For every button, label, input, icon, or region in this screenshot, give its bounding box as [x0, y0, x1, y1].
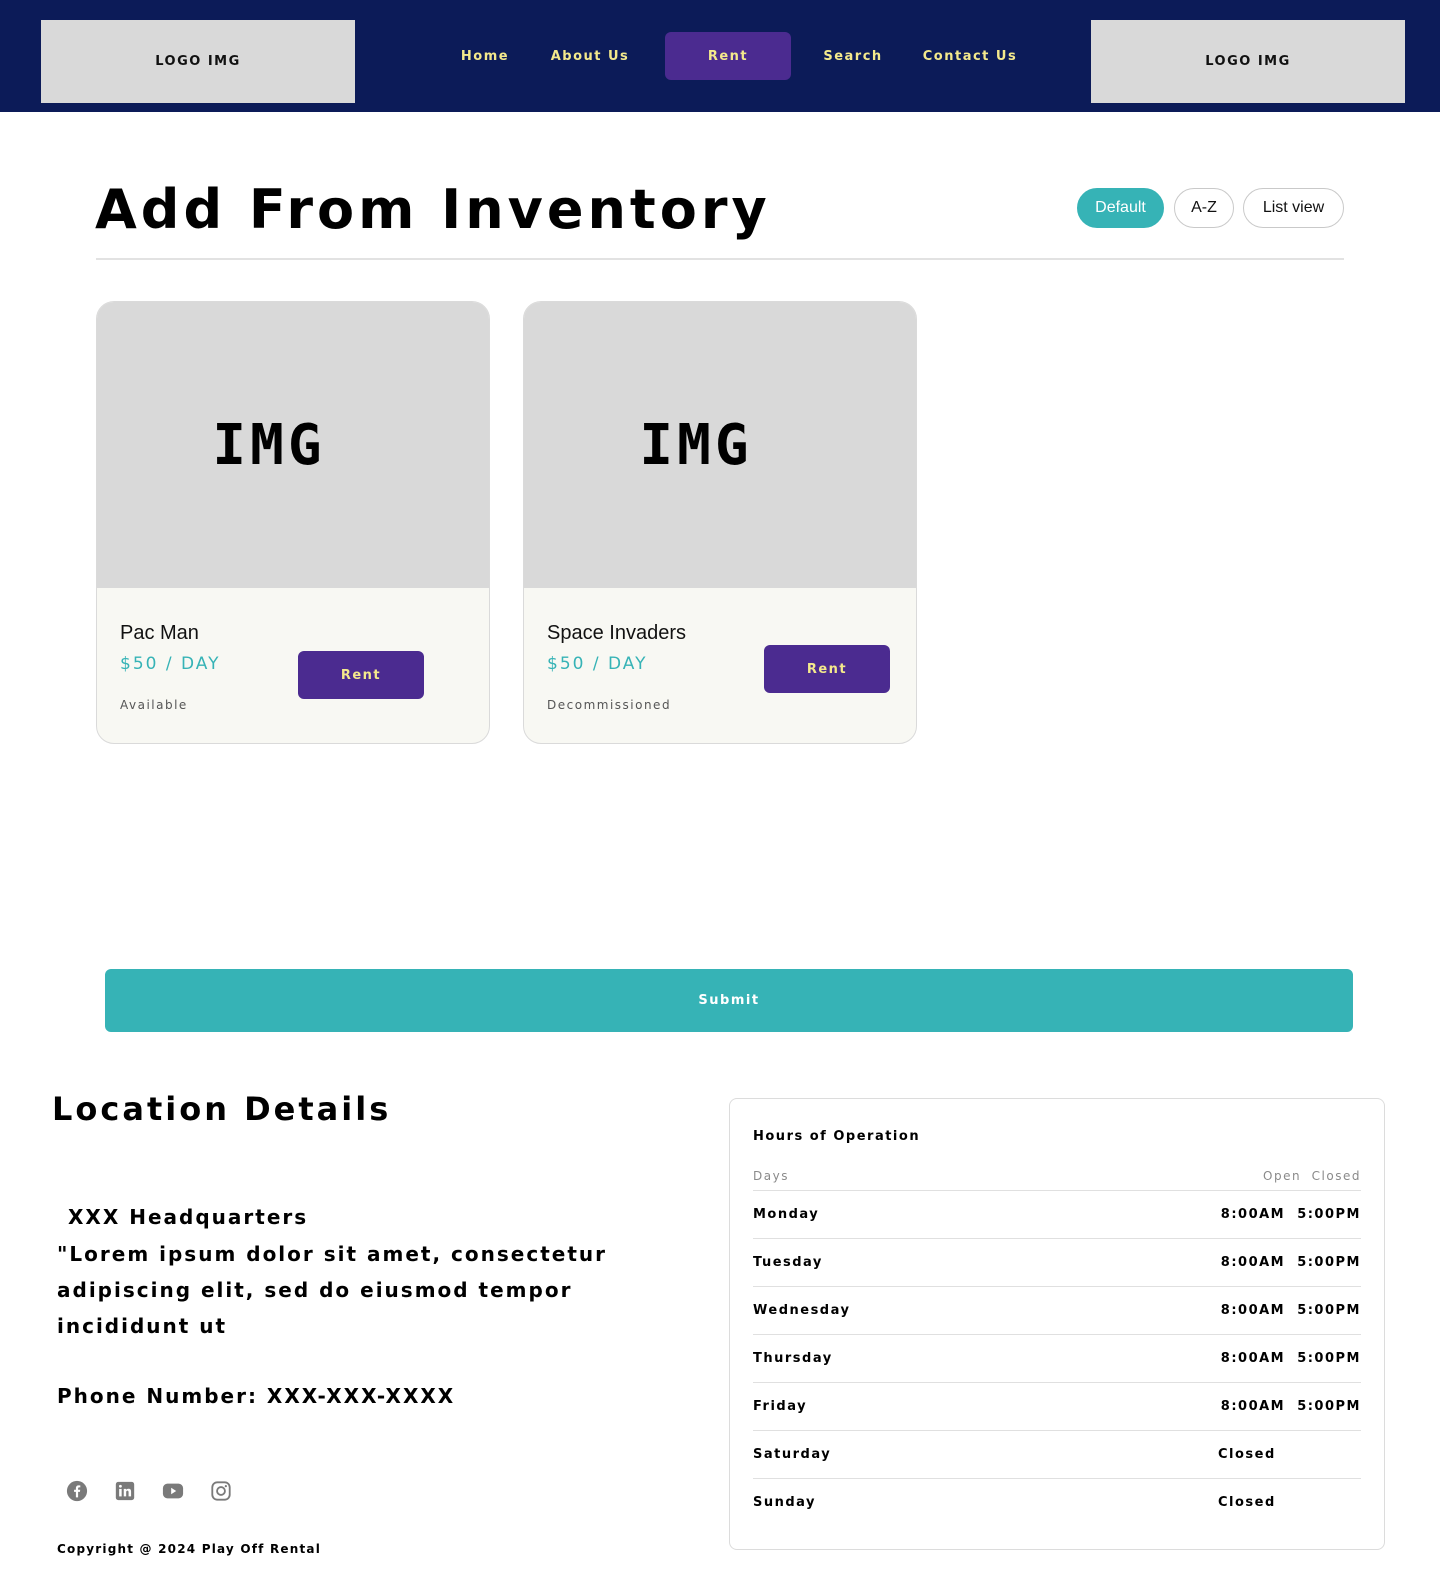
hours-times: 8:00AM 5:00PM [1221, 1207, 1361, 1222]
hours-row: Monday 8:00AM 5:00PM [753, 1191, 1361, 1239]
open-closed-column-header: Open Closed [1263, 1169, 1361, 1183]
card-image-label: IMG [639, 412, 753, 478]
hours-row: Tuesday 8:00AM 5:00PM [753, 1239, 1361, 1287]
hours-day: Tuesday [753, 1255, 823, 1270]
hours-times: 8:00AM 5:00PM [1221, 1303, 1361, 1318]
hours-times: 8:00AM 5:00PM [1221, 1351, 1361, 1366]
rent-button[interactable]: Rent [298, 651, 424, 699]
close-time: 5:00PM [1297, 1303, 1361, 1318]
headquarters-name: XXX Headquarters [68, 1205, 309, 1229]
title-divider [96, 258, 1344, 260]
location-description: "Lorem ipsum dolor sit amet, consectetur… [57, 1242, 607, 1338]
hours-day: Thursday [753, 1351, 833, 1366]
hours-day: Saturday [753, 1447, 832, 1462]
hours-closed: Closed [1218, 1447, 1276, 1462]
hours-times: 8:00AM 5:00PM [1221, 1255, 1361, 1270]
hours-day: Wednesday [753, 1303, 851, 1318]
facebook-icon[interactable] [65, 1479, 89, 1503]
hours-day: Sunday [753, 1495, 817, 1510]
location-title: Location Details [52, 1090, 392, 1128]
card-price: $50 / DAY [547, 654, 648, 674]
inventory-card: IMG Space Invaders $50 / DAY Decommissio… [523, 301, 917, 744]
hours-row: Saturday Closed [753, 1431, 1361, 1479]
open-time: 8:00AM [1220, 1399, 1286, 1414]
instagram-icon[interactable] [209, 1479, 233, 1503]
nav-contact-us[interactable]: Contact Us [910, 32, 1030, 80]
hours-closed: Closed [1218, 1495, 1276, 1510]
hours-row: Thursday 8:00AM 5:00PM [753, 1335, 1361, 1383]
close-time: 5:00PM [1297, 1207, 1361, 1222]
card-image-placeholder: IMG [524, 302, 916, 588]
list-view-button[interactable]: List view [1243, 188, 1344, 228]
card-image-placeholder: IMG [97, 302, 489, 588]
site-header: LOGO IMG Home About Us Rent Search Conta… [0, 0, 1440, 112]
youtube-icon[interactable] [161, 1479, 185, 1503]
open-time: 8:00AM [1220, 1255, 1286, 1270]
phone-number: Phone Number: XXX-XXX-XXXX [57, 1384, 456, 1408]
open-time: 8:00AM [1220, 1303, 1286, 1318]
hours-day: Friday [753, 1399, 808, 1414]
hours-row: Friday 8:00AM 5:00PM [753, 1383, 1361, 1431]
hours-table-header: Days Open Closed [753, 1167, 1361, 1191]
hours-of-operation-card: Hours of Operation Days Open Closed Mond… [729, 1098, 1385, 1550]
sort-az-button[interactable]: A-Z [1174, 188, 1234, 228]
card-title: Space Invaders [547, 622, 686, 644]
nav-about-us[interactable]: About Us [540, 32, 640, 80]
linkedin-icon[interactable] [113, 1479, 137, 1503]
card-status: Available [120, 698, 188, 712]
nav-home[interactable]: Home [455, 32, 515, 80]
card-status: Decommissioned [547, 698, 672, 712]
inventory-card: IMG Pac Man $50 / DAY Available Rent [96, 301, 490, 744]
rent-button[interactable]: Rent [764, 645, 890, 693]
nav-search[interactable]: Search [813, 32, 893, 80]
hours-day: Monday [753, 1207, 820, 1222]
card-image-label: IMG [212, 412, 326, 478]
submit-button[interactable]: Submit [105, 969, 1353, 1032]
hours-times: 8:00AM 5:00PM [1221, 1399, 1361, 1414]
hours-row: Sunday Closed [753, 1479, 1361, 1527]
days-column-header: Days [753, 1169, 789, 1183]
open-time: 8:00AM [1220, 1207, 1286, 1222]
close-time: 5:00PM [1297, 1351, 1361, 1366]
open-time: 8:00AM [1220, 1351, 1286, 1366]
sort-default-button[interactable]: Default [1077, 188, 1164, 228]
logo-right[interactable]: LOGO IMG [1091, 20, 1405, 103]
hours-title: Hours of Operation [753, 1129, 921, 1144]
close-time: 5:00PM [1297, 1399, 1361, 1414]
copyright-text: Copyright @ 2024 Play Off Rental [57, 1542, 322, 1556]
nav-rent[interactable]: Rent [665, 32, 791, 80]
card-title: Pac Man [120, 622, 199, 644]
close-time: 5:00PM [1297, 1255, 1361, 1270]
card-price: $50 / DAY [120, 654, 221, 674]
hours-row: Wednesday 8:00AM 5:00PM [753, 1287, 1361, 1335]
page-title: Add From Inventory [95, 178, 771, 241]
